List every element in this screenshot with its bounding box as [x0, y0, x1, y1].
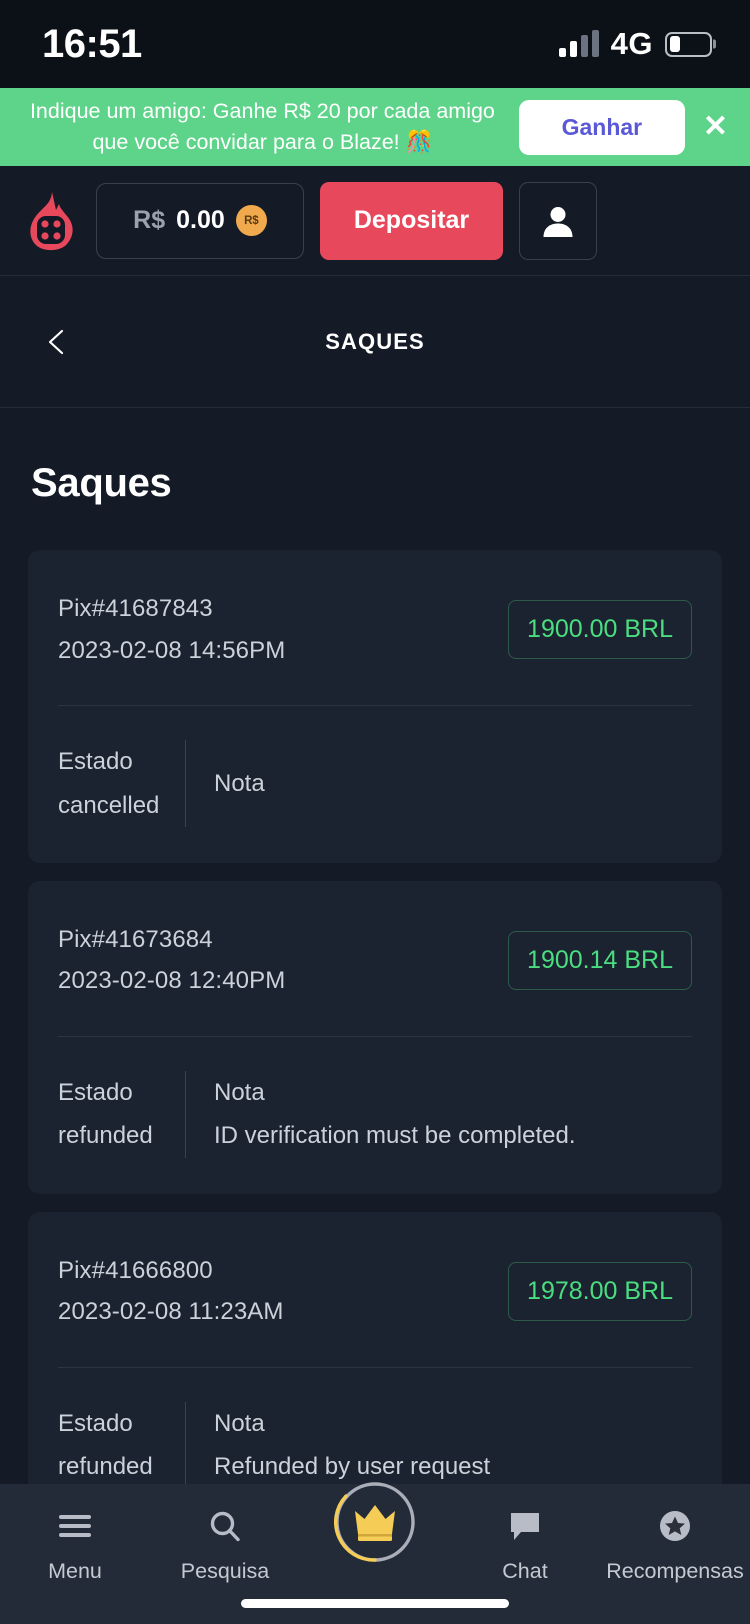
withdrawals-list-container: Saques Pix#41687843 2023-02-08 14:56PM 1… [0, 408, 750, 1624]
transaction-card-footer: Estado cancelled Nota [58, 706, 692, 863]
app-header: R$ 0.00 R$ Depositar [0, 166, 750, 277]
battery-icon [665, 31, 712, 57]
transaction-id: Pix#41673684 [58, 926, 213, 954]
bottom-tab-bar: Menu Pesquisa Chat Recompensas [0, 1482, 750, 1624]
estado-label: Estado [58, 1409, 133, 1437]
transaction-card-header: Pix#41687843 2023-02-08 14:56PM 1900.00 … [58, 550, 692, 705]
user-avatar-icon[interactable] [519, 181, 597, 260]
tab-menu-label: Menu [48, 1559, 102, 1583]
status-bar-clock: 16:51 [42, 22, 142, 66]
tab-pesquisa-label: Pesquisa [180, 1559, 270, 1583]
star-badge-icon [658, 1506, 692, 1546]
transaction-amount-badge: 1900.14 BRL [508, 930, 692, 990]
page-sub-nav: SAQUES [0, 276, 750, 409]
transaction-meta: Pix#41687843 2023-02-08 14:56PM [58, 588, 285, 671]
deposit-button[interactable]: Depositar [320, 181, 503, 260]
nota-label: Nota [214, 1078, 265, 1106]
transaction-card[interactable]: Pix#41673684 2023-02-08 12:40PM 1900.14 … [28, 881, 722, 1195]
nota-value: ID verification must be completed. [214, 1122, 576, 1150]
chat-bubble-icon [508, 1506, 542, 1546]
status-badge: refunded [58, 1122, 153, 1150]
home-indicator [241, 1599, 509, 1608]
promo-ganhar-button[interactable]: Ganhar [518, 99, 685, 155]
transaction-date: 2023-02-08 11:23AM [58, 1298, 284, 1326]
hamburger-menu-icon [58, 1506, 92, 1546]
currency-coin-icon: R$ [235, 205, 267, 237]
balance-display[interactable]: R$ 0.00 R$ [96, 182, 304, 259]
blaze-flame-logo[interactable] [22, 190, 80, 252]
referral-promo-banner: Indique um amigo: Ganhe R$ 20 por cada a… [0, 88, 750, 167]
transaction-id: Pix#41666800 [58, 1257, 213, 1285]
app-root: 16:51 4G Indique um amigo: Ganhe R$ 20 p… [0, 0, 750, 1624]
status-badge: refunded [58, 1453, 153, 1481]
nota-value: Refunded by user request [214, 1453, 491, 1481]
status-bar-right: 4G [558, 26, 712, 62]
estado-label: Estado [58, 747, 133, 775]
transaction-card-footer: Estado refunded Nota ID verification mus… [58, 1037, 692, 1194]
transaction-meta: Pix#41666800 2023-02-08 11:23AM [58, 1250, 284, 1333]
transaction-note-column: Nota [186, 740, 692, 827]
nota-label: Nota [214, 1409, 265, 1437]
transaction-note-column: Nota ID verification must be completed. [186, 1071, 692, 1158]
crown-icon [331, 1478, 419, 1566]
tab-chat[interactable]: Chat [450, 1506, 600, 1584]
transaction-status-column: Estado refunded [58, 1070, 186, 1159]
network-type-label: 4G [610, 26, 653, 61]
transaction-date: 2023-02-08 14:56PM [58, 636, 286, 664]
signal-bars-icon [558, 30, 599, 57]
transaction-amount-badge: 1978.00 BRL [508, 1261, 692, 1321]
tab-pesquisa[interactable]: Pesquisa [150, 1506, 300, 1584]
transaction-status-column: Estado refunded [58, 1401, 186, 1489]
transaction-status-column: Estado cancelled [58, 739, 186, 828]
promo-message: Indique um amigo: Ganhe R$ 20 por cada a… [29, 99, 495, 155]
transaction-card-header: Pix#41673684 2023-02-08 12:40PM 1900.14 … [58, 881, 692, 1036]
transaction-amount-badge: 1900.00 BRL [508, 600, 692, 660]
tab-chat-label: Chat [502, 1559, 548, 1583]
close-icon[interactable]: ✕ [695, 106, 736, 148]
balance-amount: 0.00 [176, 206, 225, 235]
transaction-meta: Pix#41673684 2023-02-08 12:40PM [58, 919, 285, 1002]
transaction-card-header: Pix#41666800 2023-02-08 11:23AM 1978.00 … [58, 1212, 692, 1367]
tab-recompensas[interactable]: Recompensas [600, 1506, 750, 1584]
balance-currency: R$ [133, 206, 166, 235]
tab-menu[interactable]: Menu [0, 1506, 150, 1584]
estado-label: Estado [58, 1078, 133, 1106]
status-badge: cancelled [58, 791, 160, 819]
page-title-breadcrumb: SAQUES [325, 328, 425, 354]
nota-label: Nota [214, 769, 265, 797]
page-title: Saques [31, 461, 172, 506]
chevron-left-icon[interactable] [30, 315, 84, 369]
transaction-note-column: Nota Refunded by user request [186, 1402, 692, 1489]
transaction-card[interactable]: Pix#41687843 2023-02-08 14:56PM 1900.00 … [28, 550, 722, 864]
search-icon [208, 1506, 242, 1546]
status-bar: 16:51 4G [0, 0, 750, 88]
transaction-id: Pix#41687843 [58, 595, 213, 623]
transaction-date: 2023-02-08 12:40PM [58, 967, 286, 995]
tab-recompensas-label: Recompensas [606, 1559, 744, 1583]
